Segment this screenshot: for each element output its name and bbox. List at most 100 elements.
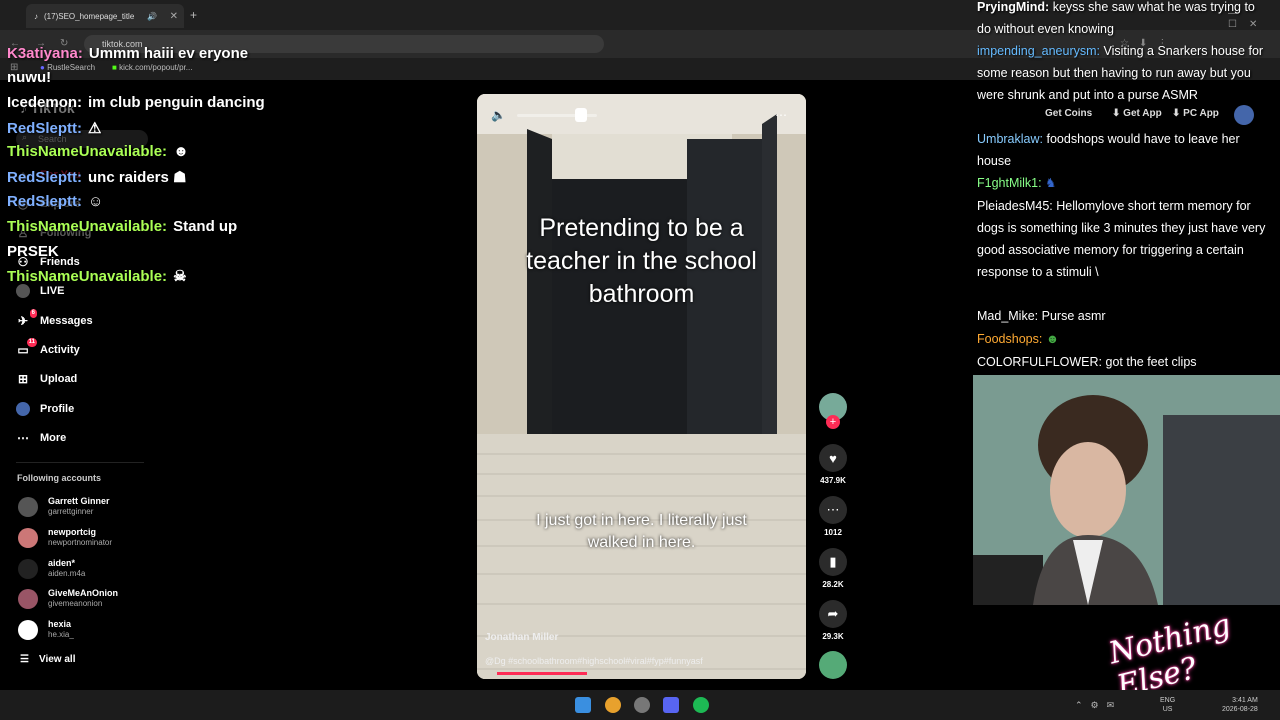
- chat-text: nuwu!: [7, 69, 52, 86]
- audio-icon[interactable]: 🔊: [147, 12, 157, 21]
- tray-icons[interactable]: ⌃⚙✉: [1075, 700, 1122, 711]
- music-disc-icon: [819, 651, 847, 679]
- account-item[interactable]: hexia he.xia_: [18, 619, 74, 640]
- more-options-icon[interactable]: ⋯: [775, 108, 787, 122]
- chat-username: PryingMind:: [977, 0, 1050, 14]
- chat-username: PleiadesM45:: [977, 199, 1053, 213]
- chat-message: Mad_Mike: Purse asmr: [972, 305, 1272, 327]
- like-button[interactable]: ♥ 437.9K: [818, 444, 848, 485]
- list-icon: ☰: [20, 654, 29, 665]
- chat-text: Ummm haiii ev eryone: [88, 45, 249, 62]
- activity-badge: 11: [26, 338, 37, 347]
- chat-message: Icedemon: im club penguin dancing: [7, 94, 265, 111]
- account-item[interactable]: GiveMeAnOnion givemeanonion: [18, 588, 118, 609]
- nav-label: Messages: [40, 315, 93, 327]
- nav-messages[interactable]: ✈ 6 Messages: [16, 309, 93, 328]
- bookmark-label: kick.com/popout/pr...: [119, 63, 193, 72]
- chat-message: K3atiyana: Ummm haiii ev eryone: [7, 45, 248, 62]
- chat-username: RedSleptt:: [7, 120, 82, 137]
- volume-handle[interactable]: [575, 108, 587, 122]
- video-author[interactable]: Jonathan Miller: [485, 632, 558, 643]
- nav-upload[interactable]: ⊞ Upload: [16, 372, 77, 386]
- bookmark-kick[interactable]: ■ kick.com/popout/pr...: [112, 63, 192, 72]
- video-caption: Pretending to be a teacher in the school…: [526, 214, 757, 308]
- chat-username: F1ghtMilk1:: [977, 176, 1042, 190]
- avatar: [18, 619, 38, 640]
- region-label: US: [1162, 706, 1173, 713]
- bookmark-label: RustleSearch: [47, 63, 96, 72]
- chat-username: Umbraklaw:: [977, 132, 1043, 146]
- nav-label: More: [40, 432, 67, 444]
- chat-message: impending_aneurysm: Visiting a Snarkers …: [972, 40, 1272, 106]
- new-tab-button[interactable]: +: [190, 8, 197, 22]
- emote-icon: ⚠: [88, 120, 102, 137]
- chat-username: ThisNameUnavailable:: [7, 268, 168, 285]
- language-indicator[interactable]: ENG US: [1160, 696, 1175, 714]
- account-name: GiveMeAnOnion: [48, 588, 119, 598]
- creator-avatar-button[interactable]: +: [818, 393, 848, 429]
- chat-username: ThisNameUnavailable:: [7, 218, 168, 235]
- emote-icon: ☠: [173, 268, 187, 285]
- more-icon: ⋯: [17, 431, 29, 445]
- chat-username: RedSleptt:: [7, 169, 82, 186]
- chat-message: ThisNameUnavailable: ☠: [7, 267, 187, 285]
- chat-message: PleiadesM45: Hellomylove short term memo…: [972, 195, 1272, 283]
- chat-message: COLORFULFLOWER: got the feet clips: [972, 351, 1272, 373]
- nav-label: Profile: [40, 403, 75, 415]
- chat-username: impending_aneurysm:: [977, 44, 1100, 58]
- nav-activity[interactable]: ▭ 11 Activity: [16, 338, 80, 357]
- video-frame: [477, 94, 806, 679]
- start-icon[interactable]: [575, 697, 591, 713]
- chat-username: COLORFULFLOWER:: [977, 355, 1103, 369]
- chat-username: ThisNameUnavailable:: [7, 143, 168, 160]
- profile-icon: [16, 402, 30, 416]
- nav-more[interactable]: ⋯ More: [16, 431, 66, 445]
- chat-message: F1ghtMilk1: ♞: [972, 172, 1272, 194]
- chat-username: K3atiyana:: [7, 45, 83, 62]
- view-all-link[interactable]: ☰ View all: [20, 654, 75, 665]
- avatar: [18, 496, 38, 517]
- chat-message: PryingMind: keyss she saw what he was tr…: [972, 0, 1272, 40]
- avatar: [18, 588, 38, 609]
- account-handle: garrettginner: [48, 507, 94, 516]
- video-tags[interactable]: @Dg #schoolbathroom#highschool#viral#fyp…: [485, 656, 703, 666]
- chat-username: Icedemon:: [7, 94, 83, 111]
- share-button[interactable]: ➦ 29.3K: [818, 600, 848, 641]
- browser-tab[interactable]: ♪ (17)SEO_homepage_title 🔊 ✕: [26, 4, 184, 28]
- account-item[interactable]: Garrett Ginner garrettginner: [18, 496, 110, 517]
- chat-text: unc raiders: [88, 169, 169, 186]
- discord-icon[interactable]: [663, 697, 679, 713]
- account-name: Garrett Ginner: [48, 496, 110, 506]
- clock[interactable]: 3:41 AM 2026-08-28: [1222, 696, 1258, 714]
- time-label: 3:41 AM: [1232, 697, 1258, 704]
- chat-username: Foodshops:: [977, 332, 1043, 346]
- nav-live[interactable]: LIVE: [16, 284, 64, 298]
- account-item[interactable]: aiden* aiden.m4a: [18, 558, 85, 579]
- chat-text: Stand up: [173, 218, 238, 235]
- avatar: [18, 527, 38, 548]
- volume-icon[interactable]: 🔈: [491, 108, 506, 122]
- chat-text: got the feet clips: [1105, 355, 1197, 369]
- share-icon: ➦: [819, 600, 847, 628]
- heart-icon: ♥: [819, 444, 847, 472]
- comment-button[interactable]: ⋯ 1012: [818, 496, 848, 537]
- emote-icon: ☻: [173, 143, 189, 160]
- save-button[interactable]: ▮ 28.2K: [818, 548, 848, 589]
- sound-disc[interactable]: [818, 651, 848, 679]
- chat-message: ThisNameUnavailable: ☻: [7, 143, 189, 160]
- obs-icon[interactable]: [634, 697, 650, 713]
- chat-message: RedSleptt: ⚠: [7, 119, 101, 137]
- video-player[interactable]: Pretending to be a teacher in the school…: [477, 94, 806, 679]
- nav-profile[interactable]: Profile: [16, 402, 74, 416]
- chat-text: im club penguin dancing: [88, 94, 265, 111]
- pepe-emote-icon: ☻: [1045, 332, 1059, 346]
- account-item[interactable]: newportcig newportnominator: [18, 527, 112, 548]
- chat-message: ThisNameUnavailable: Stand up: [7, 218, 237, 235]
- spotify-icon[interactable]: [693, 697, 709, 713]
- chrome-icon[interactable]: [605, 697, 621, 713]
- divider: [16, 462, 144, 463]
- video-subtitle: I just got in here. I literally just wal…: [536, 512, 747, 551]
- chat-text: PRSEK: [7, 243, 59, 260]
- follow-plus-icon[interactable]: +: [826, 415, 840, 429]
- close-tab-icon[interactable]: ✕: [170, 11, 178, 22]
